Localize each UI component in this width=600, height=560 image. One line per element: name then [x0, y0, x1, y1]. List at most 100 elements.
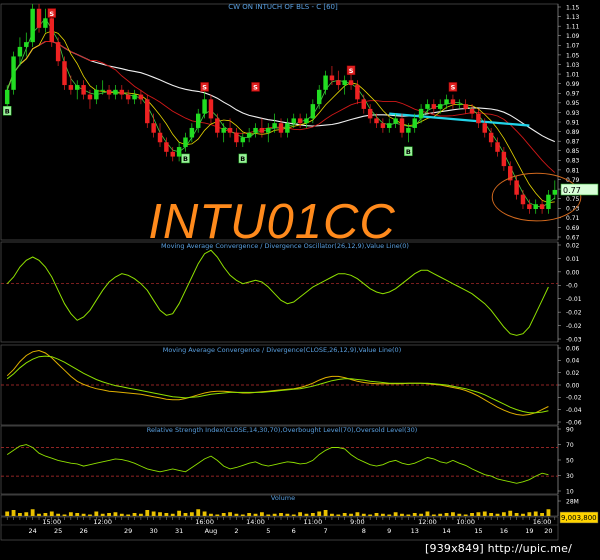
volume-bar [259, 512, 264, 516]
volume-bar [266, 514, 271, 516]
volume-bar [508, 510, 513, 516]
candle-body [266, 127, 271, 133]
volume-bar [470, 513, 474, 516]
price-axis-tick-label: 1.11 [566, 24, 580, 31]
volume-bar [521, 513, 525, 516]
candle-body [68, 85, 74, 90]
volume-bar [221, 513, 226, 516]
price-axis-tick-label: 0.71 [566, 215, 580, 222]
price-axis-tick-label: 0.91 [566, 119, 580, 126]
candle-body [75, 85, 80, 90]
volume-bar [247, 513, 252, 516]
time-axis-label: 30 [150, 527, 158, 535]
volume-bar [457, 513, 462, 516]
macd-axis-tick-label: 0.06 [566, 345, 580, 352]
volume-bar [56, 513, 61, 516]
macd-panel-title: Moving Average Convergence / Divergence(… [163, 346, 401, 354]
candle-body [183, 137, 188, 148]
volume-bar [317, 511, 322, 516]
volume-bar [438, 513, 443, 516]
volume-bar [495, 513, 500, 516]
candle-body [469, 108, 475, 114]
rsi-axis-tick-label: 10 [566, 488, 574, 495]
volume-bar [444, 513, 449, 516]
candle-body [62, 61, 67, 86]
candle-body [431, 104, 437, 109]
candle-body [125, 94, 131, 100]
price-axis-tick-label: 0.89 [566, 129, 580, 136]
candle-body [94, 89, 99, 100]
candle-body [285, 123, 290, 133]
volume-bar [463, 514, 468, 516]
price-axis-tick-label: 1.15 [566, 4, 580, 11]
volume-bar [323, 510, 328, 516]
time-axis-label: 24 [29, 527, 37, 535]
macd-osc-axis-tick-label: -0.02 [566, 310, 582, 317]
volume-bar [240, 514, 245, 516]
macd-osc-axis-tick-label: -0.03 [566, 336, 582, 343]
volume-bar [18, 513, 22, 516]
volume-bar [285, 513, 290, 516]
price-axis-tick-label: 0.85 [566, 148, 580, 155]
price-axis-tick-label: 0.93 [566, 110, 580, 117]
candle-body [227, 127, 233, 133]
candle-body [113, 89, 118, 95]
macd-osc-axis-tick-label: 0.01 [566, 256, 580, 263]
candle-body [36, 8, 42, 28]
time-axis-label: 9 [387, 527, 391, 535]
candle-body [291, 118, 296, 124]
price-axis-tick-label: 0.97 [566, 91, 580, 98]
candle-body [316, 89, 322, 105]
candle-body [119, 89, 125, 95]
price-axis-tick-label: 0.99 [566, 81, 580, 88]
candle-body [355, 85, 360, 100]
candle-body [323, 75, 328, 90]
volume-bar [527, 512, 532, 516]
volume-bar [113, 512, 118, 516]
signal-label: B [183, 155, 188, 163]
candle-body [533, 204, 538, 210]
volume-bar [540, 513, 544, 516]
candle-body [488, 132, 494, 143]
time-axis-label: 8 [362, 527, 366, 535]
macd-osc-axis-tick-label: -0.0 [566, 283, 578, 290]
candle-body [450, 99, 456, 105]
candle-body [151, 123, 156, 133]
macd-osc-axis-tick-label: 0.02 [566, 242, 580, 249]
candle-body [437, 104, 443, 109]
time-axis-label: 7 [324, 527, 328, 535]
volume-bar [119, 513, 124, 516]
candle-body [463, 104, 468, 109]
candle-body [246, 132, 252, 138]
candle-body [215, 118, 220, 133]
volume-bar [43, 513, 48, 516]
time-axis-label: Aug [205, 527, 218, 535]
candle-body [336, 80, 341, 86]
time-axis-label: 2 [234, 527, 238, 535]
price-axis-tick-label: 0.67 [566, 234, 580, 241]
price-axis-tick-label: 0.95 [566, 100, 580, 107]
candle-body [11, 56, 16, 90]
candle-body [348, 80, 354, 86]
volume-bar [546, 509, 551, 516]
volume-bar [30, 509, 35, 516]
time-axis-label: 12:00 [93, 518, 112, 526]
time-axis-label: 15 [474, 527, 482, 535]
candle-body [176, 147, 182, 157]
volume-bar [425, 511, 430, 516]
rsi-axis-tick-label: 30 [566, 473, 574, 480]
signal-label: B [406, 148, 411, 156]
candle-body [145, 99, 150, 124]
price-axis-tick-label: 0.75 [566, 196, 580, 203]
time-axis-label: 12:00 [418, 518, 437, 526]
macd-osc-axis-tick-label: -0.02 [566, 323, 582, 330]
volume-axis-tick-label: 28M [566, 498, 579, 505]
time-axis-label: 5 [266, 527, 270, 535]
candle-body [43, 18, 48, 28]
volume-bar [196, 509, 201, 516]
volume-bar [11, 510, 16, 516]
volume-bar [189, 512, 194, 516]
volume-bar [164, 513, 169, 516]
signal-label: S [49, 10, 54, 18]
candle-body [412, 118, 417, 128]
